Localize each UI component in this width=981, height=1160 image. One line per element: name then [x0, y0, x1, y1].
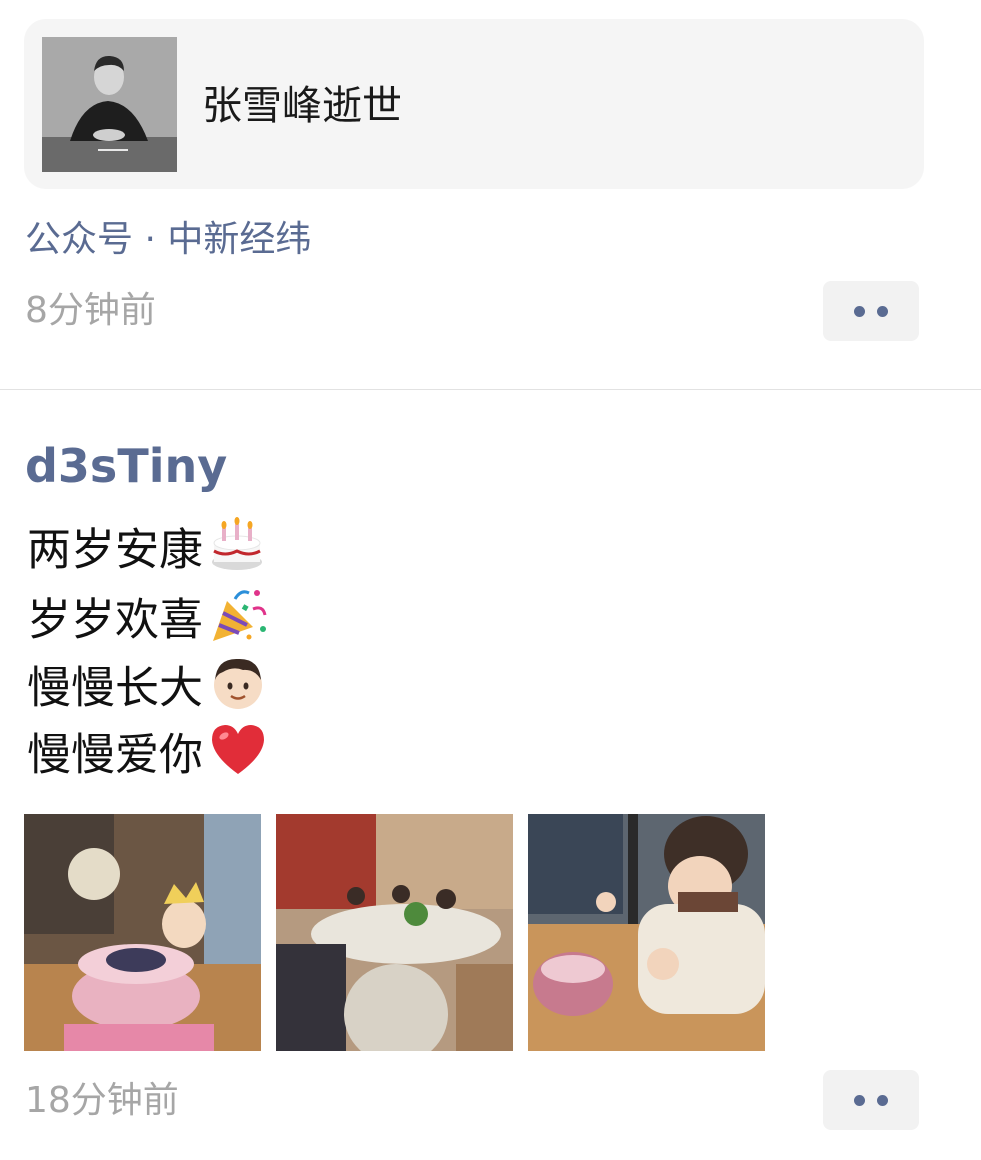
- dot-icon: [854, 305, 865, 317]
- article-title: 张雪峰逝世: [202, 83, 402, 129]
- post-text-line: 两岁安康: [27, 517, 265, 588]
- post-text-line: 慢慢爱你: [27, 722, 267, 793]
- line-text: 慢慢长大: [27, 662, 203, 714]
- child-eating-cake-photo[interactable]: [528, 814, 765, 1051]
- boy-face-icon: [209, 654, 267, 727]
- source-link[interactable]: 公众号 · 中新经纬: [25, 216, 311, 264]
- dot-icon: [877, 1094, 888, 1106]
- line-text: 两岁安康: [27, 524, 203, 576]
- family-dinner-photo[interactable]: [276, 814, 513, 1051]
- post-divider: [0, 389, 981, 390]
- article-thumbnail: [42, 37, 177, 172]
- line-text: 岁岁欢喜: [27, 594, 203, 646]
- post-text-line: 慢慢长大: [27, 654, 267, 727]
- post-timestamp: 8分钟前: [25, 290, 156, 331]
- birthday-cake-photo[interactable]: [24, 814, 261, 1051]
- dot-icon: [877, 305, 888, 317]
- dot-icon: [854, 1094, 865, 1106]
- more-options-button[interactable]: [823, 1070, 919, 1130]
- post-timestamp: 18分钟前: [25, 1080, 179, 1121]
- birthday-cake-icon: [209, 517, 265, 588]
- more-options-button[interactable]: [823, 281, 919, 341]
- post-text-line: 岁岁欢喜: [27, 585, 269, 660]
- username-link[interactable]: d3sTiny: [25, 436, 227, 496]
- party-popper-icon: [209, 585, 269, 660]
- red-heart-icon: [209, 722, 267, 793]
- line-text: 慢慢爱你: [27, 729, 203, 781]
